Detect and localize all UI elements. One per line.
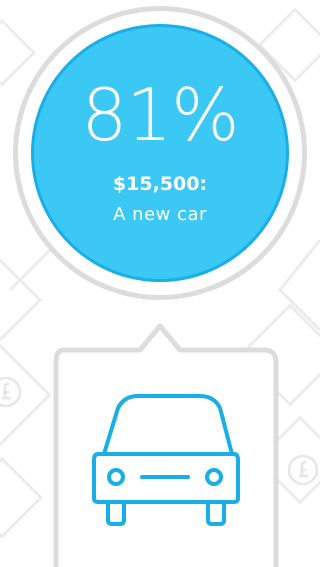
goal-percent: 81%	[81, 73, 239, 157]
goal-amount: $15,500:	[112, 173, 208, 195]
savings-goal-page: 81% $15,500: A new car	[0, 0, 320, 567]
goal-label: A new car	[113, 204, 207, 225]
